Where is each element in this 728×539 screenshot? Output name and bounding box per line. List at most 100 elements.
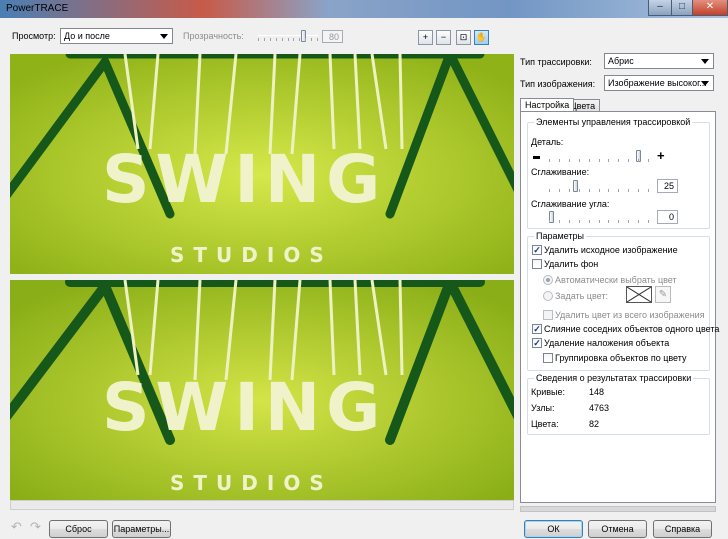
pan-button[interactable]: ✋ <box>474 30 489 45</box>
transparency-slider[interactable] <box>258 28 318 44</box>
slider-tick <box>288 38 289 41</box>
pan-hand-icon: ✋ <box>475 32 488 42</box>
transparency-track <box>258 35 318 36</box>
undo-icon[interactable]: ↶ <box>11 519 22 535</box>
right-panel-scrollbar[interactable] <box>520 506 716 512</box>
group-by-color-checkbox[interactable] <box>543 353 553 363</box>
auto-color-radio[interactable] <box>543 275 553 285</box>
view-mode-select[interactable]: До и после <box>60 28 173 44</box>
results-group: Сведения о результатах трассировки Кривы… <box>527 373 710 435</box>
close-button[interactable]: ✕ <box>692 0 728 16</box>
smoothing-thumb[interactable] <box>573 180 578 192</box>
settings-panel: Элементы управления трассировкой Деталь:… <box>520 111 719 503</box>
detail-slider[interactable] <box>549 149 649 163</box>
slider-tick <box>264 38 265 41</box>
slider-tick <box>569 220 570 223</box>
cancel-button[interactable]: Отмена <box>588 520 647 538</box>
detail-label: Деталь: <box>531 137 564 147</box>
slider-tick <box>282 38 283 41</box>
slider-tick <box>305 38 306 41</box>
smoothing-label: Сглаживание: <box>531 167 590 177</box>
redo-icon[interactable]: ↷ <box>30 519 41 535</box>
slider-tick <box>293 38 294 41</box>
slider-tick <box>276 38 277 41</box>
image-type-value: Изображение высоког... <box>608 78 707 88</box>
slider-tick <box>648 220 649 223</box>
slider-tick <box>608 220 609 223</box>
slider-tick <box>549 159 550 162</box>
curves-label: Кривые: <box>531 387 566 397</box>
slider-tick <box>317 38 318 41</box>
merge-adjacent-checkbox[interactable]: ✓ <box>532 324 542 334</box>
preview-before-image: SWING STUDIOS <box>10 54 514 274</box>
delete-original-checkbox[interactable]: ✓ <box>532 245 542 255</box>
tab-settings[interactable]: Настройка <box>520 98 575 111</box>
slider-tick <box>559 189 560 192</box>
view-mode-value: До и после <box>64 31 110 41</box>
detail-minus-icon[interactable] <box>533 156 540 159</box>
remove-color-all-label: Удалить цвет из всего изображения <box>555 310 705 320</box>
slider-tick <box>311 38 312 41</box>
eyedropper-button[interactable]: ✎ <box>655 286 671 303</box>
slider-tick <box>628 159 629 162</box>
help-button[interactable]: Справка <box>653 520 712 538</box>
chevron-down-icon <box>701 81 709 86</box>
corner-smoothing-slider[interactable] <box>549 210 649 224</box>
zoom-out-button[interactable]: − <box>436 30 451 45</box>
fit-button[interactable]: ⊡ <box>456 30 471 45</box>
transparency-label: Прозрачность: <box>183 31 244 41</box>
trace-type-select[interactable]: Абрис <box>604 53 714 69</box>
slider-tick <box>579 220 580 223</box>
zoom-in-icon: + <box>422 32 429 42</box>
remove-background-checkbox[interactable] <box>532 259 542 269</box>
detail-track <box>549 155 649 156</box>
detail-plus-icon[interactable]: + <box>657 148 665 163</box>
chevron-down-icon <box>701 59 709 64</box>
zoom-in-button[interactable]: + <box>418 30 433 45</box>
preview-after-title: SWING <box>102 369 386 446</box>
transparency-value: 80 <box>322 30 343 43</box>
slider-tick <box>559 220 560 223</box>
remove-overlap-label: Удаление наложения объекта <box>544 338 670 348</box>
remove-background-label: Удалить фон <box>544 259 599 269</box>
minimize-button[interactable]: – <box>648 0 672 16</box>
ok-button[interactable]: ОК <box>524 520 583 538</box>
maximize-button[interactable]: □ <box>671 0 693 16</box>
remove-color-all-checkbox[interactable] <box>543 310 553 320</box>
slider-tick <box>608 189 609 192</box>
remove-overlap-checkbox[interactable]: ✓ <box>532 338 542 348</box>
slider-tick <box>599 159 600 162</box>
preview-scrollbar[interactable] <box>10 500 514 510</box>
slider-tick <box>648 159 649 162</box>
smoothing-value[interactable]: 25 <box>657 179 678 193</box>
options-button[interactable]: Параметры... <box>112 520 171 538</box>
slider-tick <box>648 189 649 192</box>
title-bar: PowerTRACE – □ ✕ <box>0 0 728 18</box>
slider-tick <box>628 220 629 223</box>
corner-smoothing-value[interactable]: 0 <box>657 210 678 224</box>
reset-button[interactable]: Сброс <box>49 520 108 538</box>
slider-tick <box>589 189 590 192</box>
group-by-color-label: Группировка объектов по цвету <box>555 353 687 363</box>
slider-tick <box>559 159 560 162</box>
set-color-radio[interactable] <box>543 291 553 301</box>
preview-after-image: SWING STUDIOS <box>10 280 514 500</box>
preview-after[interactable]: SWING STUDIOS <box>10 280 514 500</box>
smoothing-track <box>549 185 649 186</box>
slider-tick <box>638 220 639 223</box>
color-swatch[interactable] <box>626 286 652 303</box>
slider-tick <box>579 189 580 192</box>
zoom-out-icon: − <box>440 32 447 42</box>
slider-tick <box>618 159 619 162</box>
slider-tick <box>589 159 590 162</box>
trace-controls-group: Элементы управления трассировкой Деталь:… <box>527 117 710 229</box>
trace-type-value: Абрис <box>608 56 634 66</box>
preview-before[interactable]: SWING STUDIOS <box>10 54 514 274</box>
slider-tick <box>599 189 600 192</box>
image-type-select[interactable]: Изображение высоког... <box>604 75 714 91</box>
corner-smoothing-label: Сглаживание угла: <box>531 199 610 209</box>
slider-tick <box>618 220 619 223</box>
no-color-icon <box>626 286 652 303</box>
slider-tick <box>608 159 609 162</box>
smoothing-slider[interactable] <box>549 179 649 193</box>
